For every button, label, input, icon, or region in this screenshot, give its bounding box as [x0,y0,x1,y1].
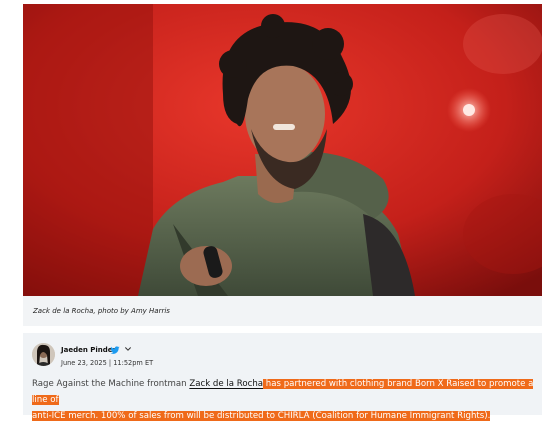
chevron-down-icon[interactable] [124,345,132,353]
post-body: Rage Against the Machine frontman Zack d… [32,376,537,424]
avatar-image [32,343,55,366]
page-margin-right [543,0,554,415]
twitter-bird-icon[interactable] [110,345,120,355]
article-photo [23,4,542,296]
page-margin-left [0,0,12,415]
embedded-post-card: Jaeden Pinder June 23, 2025 | 11:52pm ET… [23,333,542,421]
post-timestamp: June 23, 2025 | 11:52pm ET [61,359,154,367]
photo-caption-bar: Zack de la Rocha, photo by Amy Harris [23,296,542,326]
author-avatar[interactable] [32,343,55,366]
photo-illustration [23,4,542,296]
zack-de-la-rocha-link[interactable]: Zack de la Rocha [189,379,263,389]
author-name[interactable]: Jaeden Pinder [61,346,116,354]
highlighted-text-line-2: anti-ICE merch. 100% of sales from will … [32,411,491,421]
photo-caption: Zack de la Rocha, photo by Amy Harris [33,307,170,315]
post-text-prefix: Rage Against the Machine frontman [32,379,190,389]
